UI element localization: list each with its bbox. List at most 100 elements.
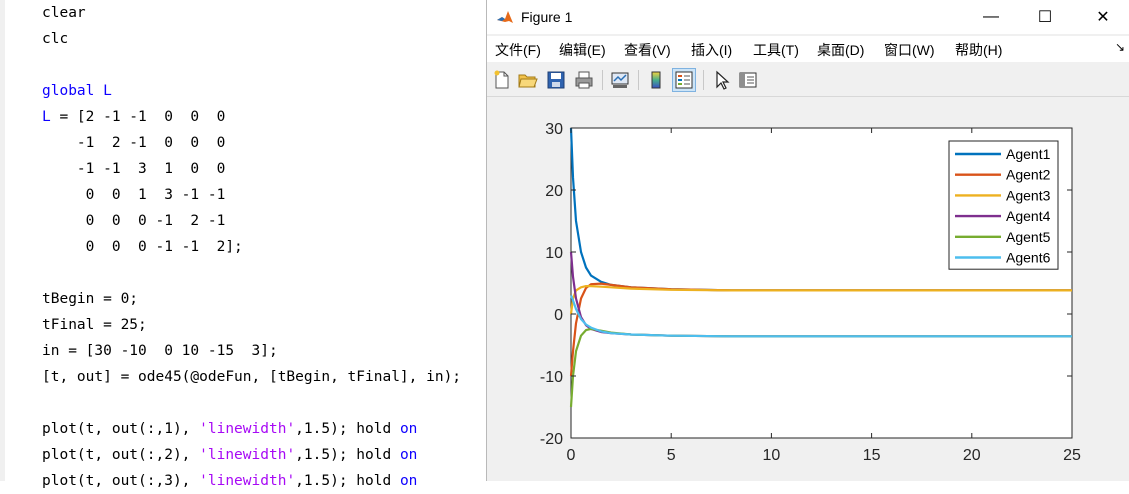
code-line: plot(t, out(:,2), 'linewidth',1.5); hold… (42, 442, 417, 468)
code-line: L = [2 -1 -1 0 0 0 (42, 104, 225, 130)
code-text: L = [2 -1 -1 0 0 0 (42, 109, 226, 125)
editor-gutter (0, 0, 5, 481)
save-icon[interactable] (545, 69, 567, 91)
code-text: plot(t, out(:,2), (42, 447, 200, 463)
toolbar-separator (703, 70, 704, 90)
pointer-icon[interactable] (711, 69, 733, 91)
legend-label: Agent1 (1006, 146, 1051, 162)
figure-window: Figure 1 — ☐ ✕ 文件(F) 编辑(E) 查看(V) 插入(I) 工… (486, 0, 1129, 481)
menu-view[interactable]: 查看(V) (624, 40, 671, 60)
property-inspector-icon[interactable] (737, 69, 759, 91)
legend-label: Agent4 (1006, 208, 1051, 224)
x-tick-label: 0 (567, 447, 576, 464)
code-text: clc (42, 31, 69, 47)
close-icon: ✕ (1096, 9, 1110, 26)
code-line: tBegin = 0; (42, 286, 138, 312)
code-line: 0 0 1 3 -1 -1 (42, 182, 226, 208)
minimize-icon: — (983, 8, 999, 25)
legend-label: Agent3 (1006, 187, 1051, 203)
code-line: in = [30 -10 0 10 -15 3]; (42, 338, 278, 364)
x-tick-label: 15 (863, 447, 881, 464)
legend-label: Agent5 (1006, 229, 1051, 245)
print-icon[interactable] (573, 69, 595, 91)
code-line: clear (42, 0, 86, 26)
title-bar[interactable]: Figure 1 — ☐ ✕ (487, 0, 1129, 34)
code-line: -1 -1 3 1 0 0 (42, 156, 225, 182)
link-plot-icon[interactable] (609, 69, 631, 91)
keyword: on (399, 447, 418, 463)
variable-L: L (42, 109, 51, 125)
code-text: ,1.5); hold (295, 421, 400, 437)
minimize-button[interactable]: — (968, 0, 1014, 34)
code-line: clc (42, 26, 68, 52)
code-line: -1 2 -1 0 0 0 (42, 130, 225, 156)
code-text: L (94, 83, 112, 99)
code-text: [t, out] = ode45(@odeFun, [tBegin, tFina… (42, 369, 462, 385)
new-figure-icon[interactable] (491, 69, 513, 91)
code-text: tFinal = 25; (42, 317, 147, 333)
x-tick-label: 5 (667, 447, 676, 464)
code-line: 0 0 0 -1 2 -1 (42, 208, 226, 234)
menu-overflow-icon[interactable]: ↘ (1115, 40, 1125, 54)
legend: Agent1 Agent2 Agent3 Agent4 Agent5 Agent6 (948, 140, 1059, 270)
keyword: on (399, 473, 418, 489)
code-text: ,1.5); hold (295, 447, 400, 463)
toolbar-separator (602, 70, 603, 90)
menu-help[interactable]: 帮助(H) (955, 40, 1002, 60)
maximize-button[interactable]: ☐ (1022, 0, 1068, 34)
variable-L: L (103, 83, 112, 99)
window-title: Figure 1 (521, 9, 573, 25)
legend-label: Agent6 (1006, 250, 1051, 266)
y-tick-label: 30 (545, 121, 563, 138)
code-line: plot(t, out(:,1), 'linewidth',1.5); hold… (42, 416, 417, 442)
menu-window[interactable]: 窗口(W) (884, 40, 935, 60)
figure-toolbar (487, 64, 1129, 97)
code-text: 0 0 1 3 -1 -1 (42, 187, 226, 203)
code-text: in = [30 -10 0 10 -15 3]; (42, 343, 278, 359)
menu-tools[interactable]: 工具(T) (753, 40, 799, 60)
menu-bar: 文件(F) 编辑(E) 查看(V) 插入(I) 工具(T) 桌面(D) 窗口(W… (487, 36, 1129, 62)
code-line: 0 0 0 -1 -1 2]; (42, 234, 243, 260)
code-text: tBegin = 0; (42, 291, 139, 307)
legend-label: Agent2 (1006, 167, 1051, 183)
toolbar-separator (638, 70, 639, 90)
keyword: global (42, 83, 95, 99)
code-text: 0 0 0 -1 2 -1 (42, 213, 226, 229)
code-text: plot(t, out(:,3), (42, 473, 200, 489)
open-file-icon[interactable] (517, 69, 539, 91)
y-tick-label: 10 (545, 245, 563, 262)
keyword: on (399, 421, 418, 437)
x-tick-label: 10 (763, 447, 781, 464)
figure-canvas: 0 5 10 15 20 25 30 20 10 0 -10 -20 Agent1 Agent2 Agen… (487, 97, 1129, 481)
menu-desktop[interactable]: 桌面(D) (817, 40, 864, 60)
string-literal: 'linewidth' (199, 473, 296, 489)
code-line: global L (42, 78, 112, 104)
matlab-logo-icon (496, 8, 514, 26)
x-tick-label: 25 (1063, 447, 1081, 464)
string-literal: 'linewidth' (199, 421, 296, 437)
code-text: -1 2 -1 0 0 0 (42, 135, 226, 151)
colorbar-icon[interactable] (645, 69, 667, 91)
code-text: plot(t, out(:,1), (42, 421, 200, 437)
code-line: tFinal = 25; (42, 312, 147, 338)
y-tick-label: -20 (540, 431, 563, 448)
code-text: 0 0 0 -1 -1 2]; (42, 239, 243, 255)
menu-edit[interactable]: 编辑(E) (559, 40, 606, 60)
y-tick-label: 20 (545, 183, 563, 200)
y-tick-label: 0 (554, 307, 563, 324)
code-text: ,1.5); hold (295, 473, 400, 489)
menu-file[interactable]: 文件(F) (495, 40, 541, 60)
x-tick-label: 20 (963, 447, 981, 464)
legend-icon[interactable] (672, 68, 696, 92)
code-line: [t, out] = ode45(@odeFun, [tBegin, tFina… (42, 364, 461, 390)
menu-insert[interactable]: 插入(I) (691, 40, 732, 60)
plot-area[interactable]: 0 5 10 15 20 253020100-10-20 Agent1Agent2Agen… (487, 97, 1129, 481)
maximize-icon: ☐ (1037, 9, 1053, 26)
code-editor[interactable]: clear clc global LL = [2 -1 -1 0 0 0 -1 2 … (0, 0, 486, 489)
y-tick-label: -10 (540, 369, 563, 386)
code-text: clear (42, 5, 86, 21)
close-button[interactable]: ✕ (1080, 0, 1126, 34)
code-line: plot(t, out(:,3), 'linewidth',1.5); hold… (42, 468, 417, 494)
string-literal: 'linewidth' (199, 447, 296, 463)
code-text: -1 -1 3 1 0 0 (42, 161, 226, 177)
